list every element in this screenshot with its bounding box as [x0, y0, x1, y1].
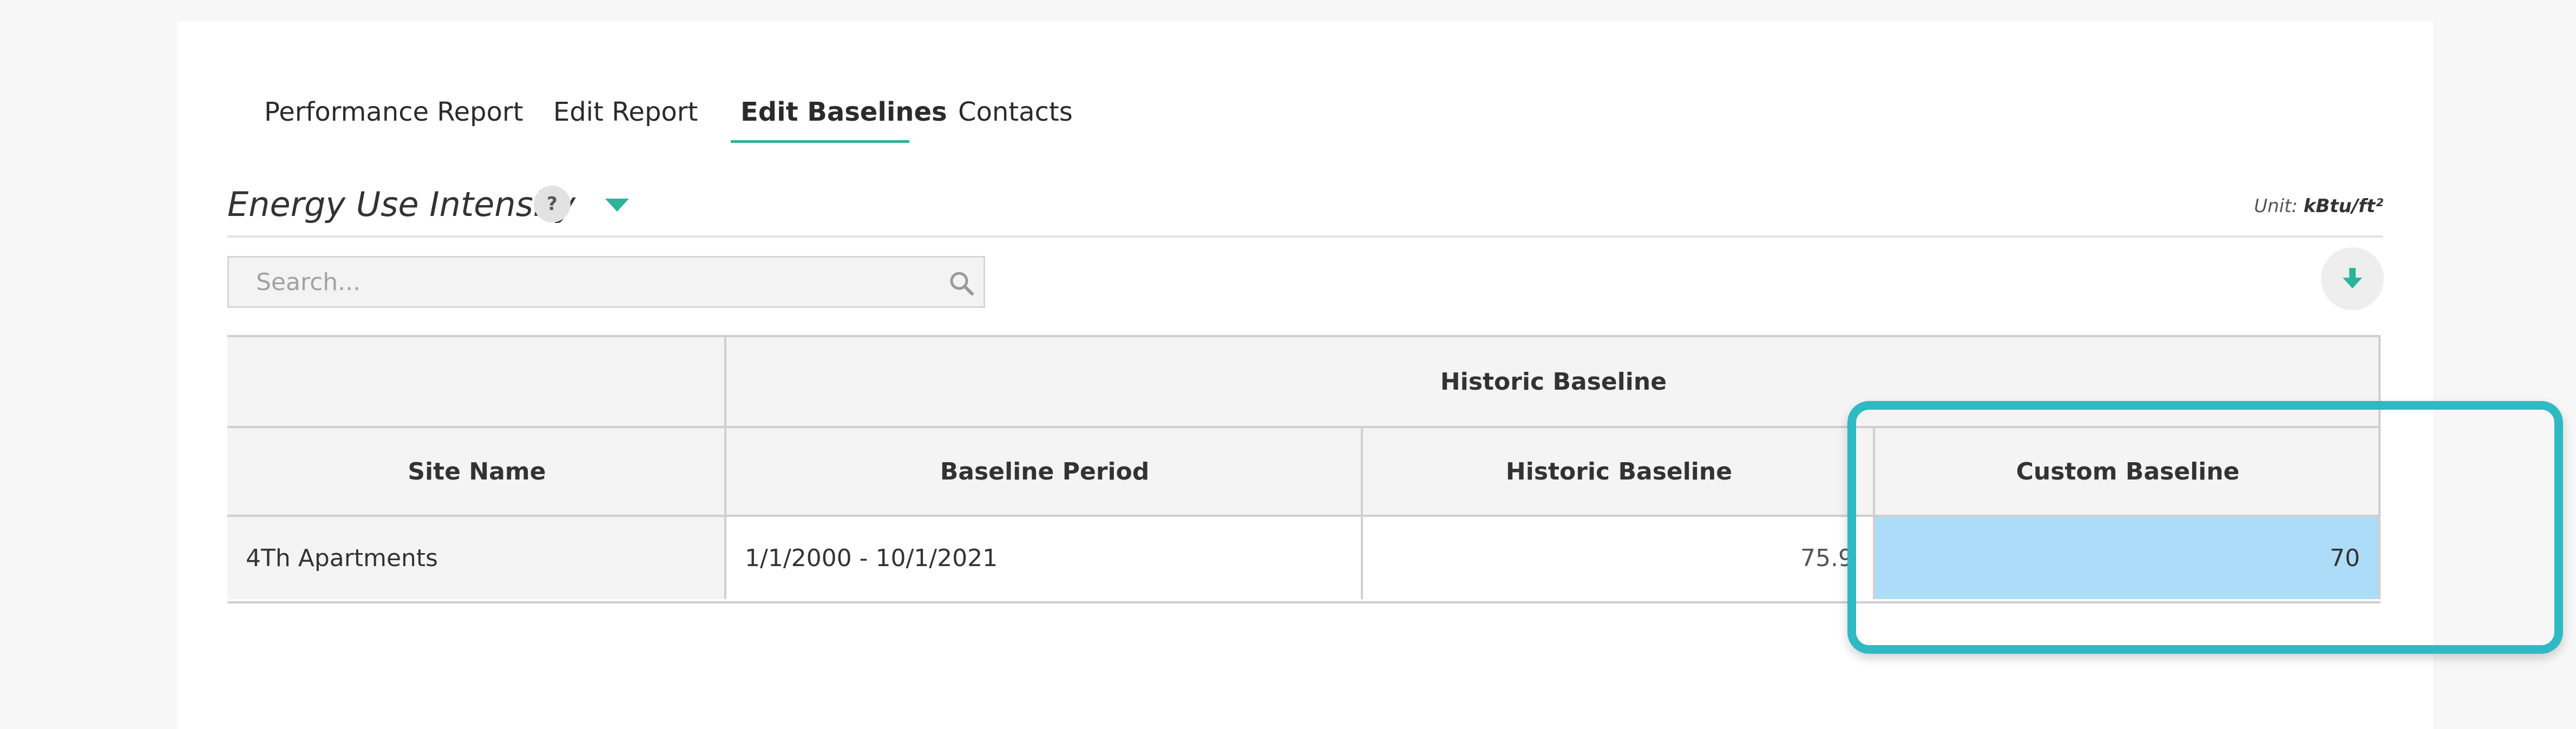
grid-line — [724, 337, 726, 599]
column-header-site-name[interactable]: Site Name — [227, 428, 726, 515]
grid-line — [227, 515, 2381, 517]
cell-site-name: 4Th Apartments — [227, 517, 726, 599]
search-icon — [950, 272, 974, 295]
grid-line — [227, 426, 2381, 428]
tab-contacts[interactable]: Contacts — [958, 97, 1073, 127]
search-input[interactable] — [229, 258, 984, 306]
search-box — [227, 256, 985, 308]
cell-baseline-period: 1/1/2000 - 10/1/2021 — [726, 517, 1363, 599]
grid-line — [1361, 428, 1363, 599]
unit-value: kBtu/ft² — [2303, 195, 2383, 217]
baselines-table: Historic Baseline Site Name Baseline Per… — [227, 335, 2381, 603]
cell-custom-baseline[interactable]: 70 — [1875, 517, 2381, 599]
corner-header-cell — [227, 337, 726, 426]
group-header-historic-baseline: Historic Baseline — [726, 337, 2381, 426]
chevron-down-icon[interactable] — [605, 199, 629, 212]
unit-label: Unit: kBtu/ft² — [2254, 195, 2383, 217]
cell-historic-baseline: 75.9 — [1363, 517, 1875, 599]
grid-line — [2378, 337, 2381, 599]
grid-line — [1873, 428, 1875, 599]
tab-edit-report[interactable]: Edit Report — [553, 97, 698, 127]
download-button[interactable] — [2321, 247, 2384, 310]
metric-title: Energy Use Intensity — [227, 185, 576, 224]
tab-bar: Performance Report Edit Report Edit Base… — [178, 21, 2433, 143]
column-header-historic-baseline[interactable]: Historic Baseline — [1363, 428, 1875, 515]
help-icon[interactable]: ? — [534, 186, 571, 222]
main-panel: Performance Report Edit Report Edit Base… — [178, 21, 2563, 729]
unit-label-text: Unit: — [2254, 195, 2298, 217]
active-tab-indicator — [731, 140, 909, 143]
download-icon — [2343, 268, 2362, 288]
column-header-baseline-period[interactable]: Baseline Period — [726, 428, 1363, 515]
tab-performance-report[interactable]: Performance Report — [264, 97, 523, 127]
column-header-custom-baseline[interactable]: Custom Baseline — [1875, 428, 2381, 515]
divider — [227, 235, 2383, 238]
tab-edit-baselines[interactable]: Edit Baselines — [740, 97, 947, 127]
